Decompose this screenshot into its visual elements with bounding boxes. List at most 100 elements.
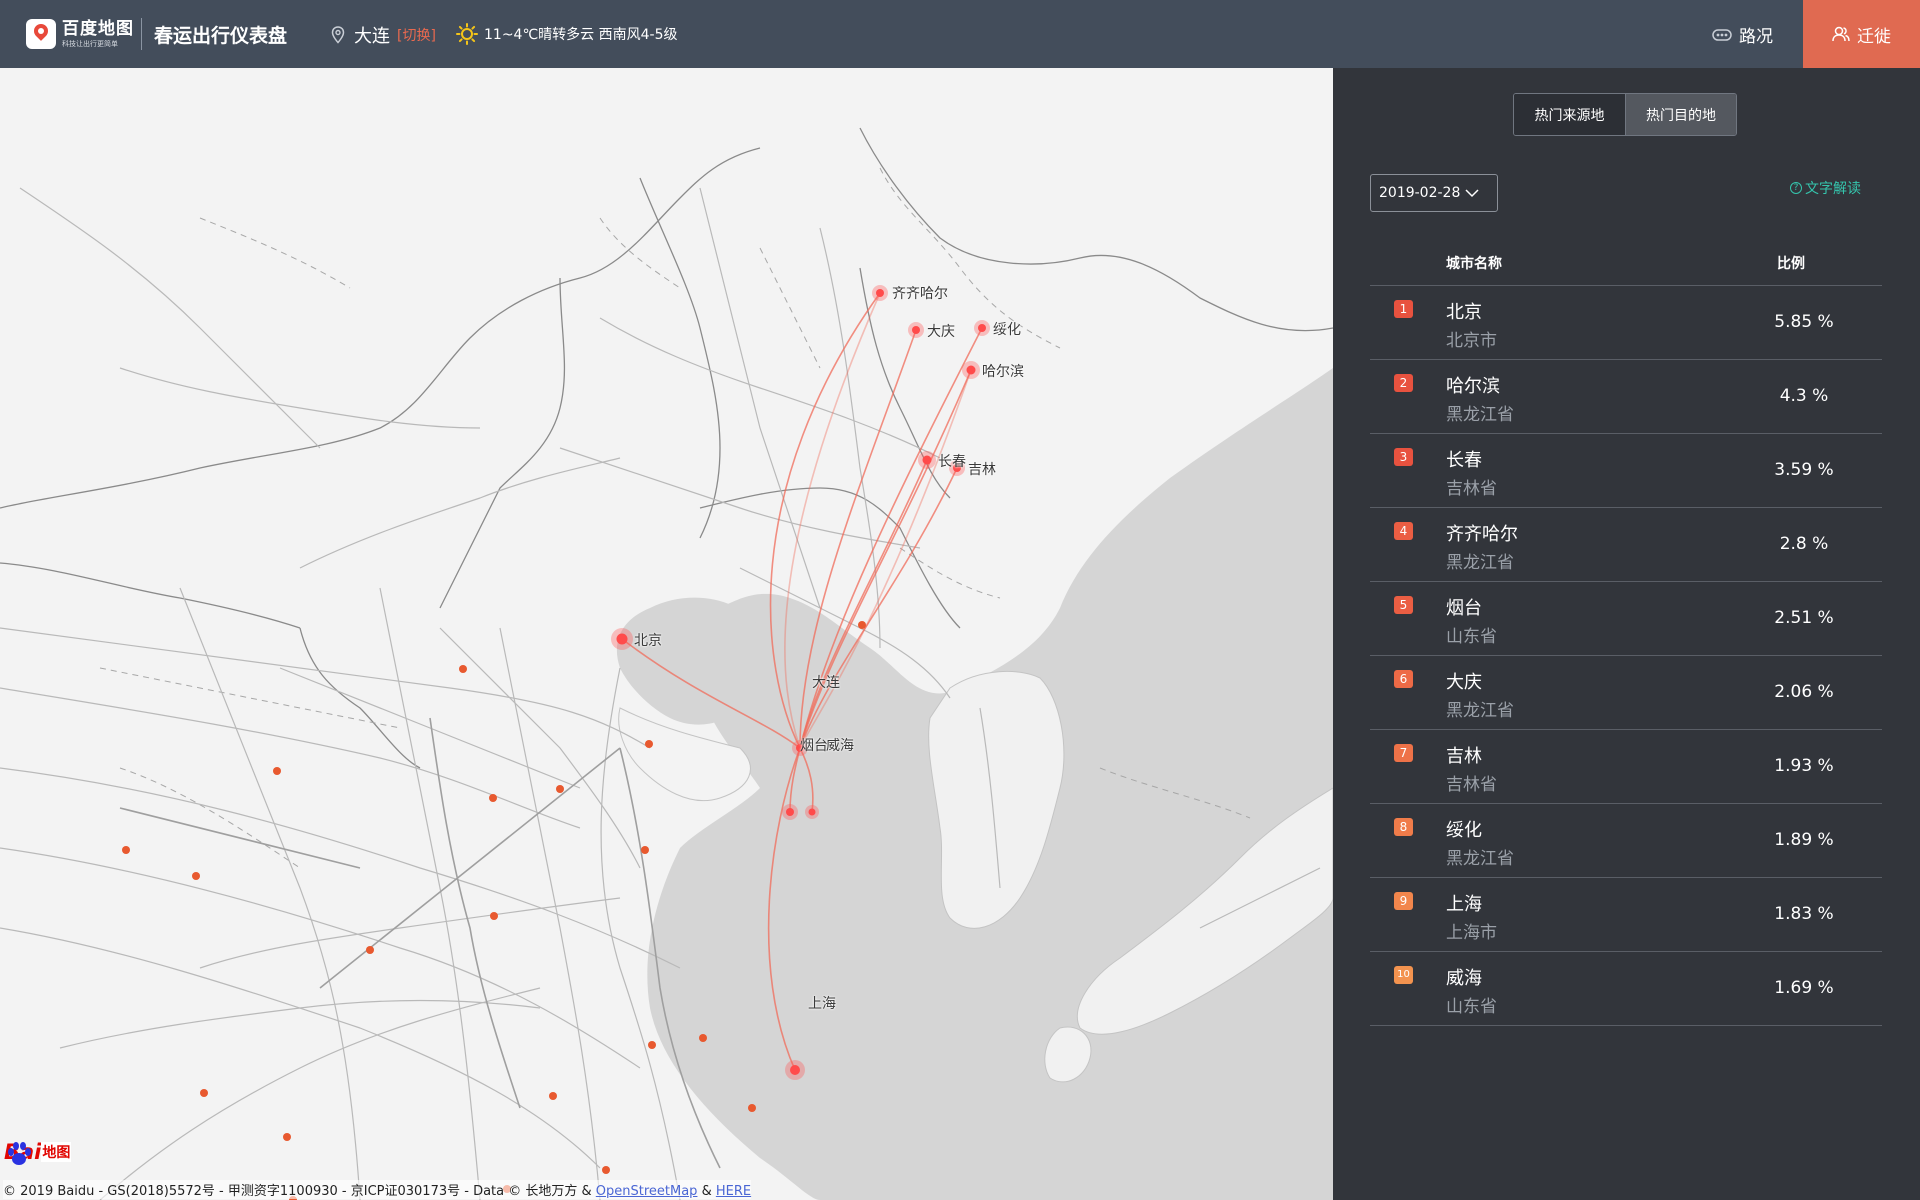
map-label-yantai: 烟台 xyxy=(800,738,828,754)
user-icon xyxy=(1832,26,1850,42)
weather-info: 11~4℃晴转多云 西南风4-5级 xyxy=(456,23,678,45)
map-label-shanghai: 上海 xyxy=(808,996,836,1012)
map-pin-logo-icon xyxy=(26,19,56,49)
row-ratio: 1.83 % xyxy=(1774,904,1834,924)
row-ratio: 4.3 % xyxy=(1779,386,1829,406)
ranking-table-header: 城市名称 比例 xyxy=(1370,245,1882,286)
baidu-map-watermark[interactable]: Bai 地图 xyxy=(4,1140,72,1165)
rank-badge: 7 xyxy=(1394,744,1413,762)
traffic-button[interactable]: 路况 xyxy=(1712,22,1773,47)
here-link[interactable]: HERE xyxy=(716,1184,751,1199)
page-title: 春运出行仪表盘 xyxy=(154,25,288,47)
row-province: 黑龙江省 xyxy=(1446,405,1514,425)
map-label-dalian: 大连 xyxy=(812,675,840,691)
map-copyright: © 2019 Baidu - GS(2018)5572号 - 甲测资字11009… xyxy=(3,1180,752,1199)
table-row[interactable]: 4 齐齐哈尔 黑龙江省 2.8 % xyxy=(1370,508,1882,582)
column-header-ratio: 比例 xyxy=(1777,256,1805,272)
row-province: 黑龙江省 xyxy=(1446,553,1514,573)
tab-hot-sources[interactable]: 热门来源地 xyxy=(1514,94,1625,135)
table-row[interactable]: 5 烟台 山东省 2.51 % xyxy=(1370,582,1882,656)
table-row[interactable]: 8 绥化 黑龙江省 1.89 % xyxy=(1370,804,1882,878)
row-province: 北京市 xyxy=(1446,331,1497,351)
row-province: 山东省 xyxy=(1446,997,1497,1017)
column-header-city: 城市名称 xyxy=(1446,256,1502,272)
row-city: 上海 xyxy=(1446,894,1482,915)
city-name: 大连 xyxy=(354,26,390,47)
rank-badge: 8 xyxy=(1394,818,1413,836)
pin-icon xyxy=(331,26,345,44)
table-row[interactable]: 6 大庆 黑龙江省 2.06 % xyxy=(1370,656,1882,730)
table-row[interactable]: 10 威海 山东省 1.69 % xyxy=(1370,952,1882,1026)
date-dropdown[interactable]: 2019-02-28 xyxy=(1370,174,1498,212)
table-row[interactable]: 7 吉林 吉林省 1.93 % xyxy=(1370,730,1882,804)
bohai-sea xyxy=(616,597,764,725)
copyright-text: © 2019 Baidu - GS(2018)5572号 - 甲测资字11009… xyxy=(3,1184,596,1199)
row-city: 大庆 xyxy=(1446,672,1482,693)
rank-badge: 10 xyxy=(1394,966,1413,984)
row-province: 上海市 xyxy=(1446,923,1497,943)
row-province: 黑龙江省 xyxy=(1446,849,1514,869)
logo-name: 百度地图 xyxy=(62,18,134,39)
row-ratio: 2.51 % xyxy=(1774,608,1834,628)
row-city: 烟台 xyxy=(1446,598,1482,619)
map-label-suihua: 绥化 xyxy=(993,322,1021,338)
traffic-label: 路况 xyxy=(1739,27,1773,47)
row-city: 长春 xyxy=(1446,450,1482,471)
traffic-icon xyxy=(1712,28,1732,41)
row-ratio: 5.85 % xyxy=(1774,312,1834,332)
chevron-down-icon xyxy=(1465,189,1479,198)
top-bar: 百度地图 科技让出行更简单 春运出行仪表盘 大连 [切换] 11~4℃晴转多云 … xyxy=(0,0,1920,68)
row-city: 威海 xyxy=(1446,968,1482,989)
row-city: 绥化 xyxy=(1446,820,1482,841)
header-divider xyxy=(141,18,142,50)
map-canvas xyxy=(0,127,1333,1200)
baidu-logo-map-text: 地图 xyxy=(41,1142,72,1162)
migration-label: 迁徙 xyxy=(1857,26,1891,47)
ranking-table: 1 北京 北京市 5.85 % 2 哈尔滨 黑龙江省 4.3 % 3 长春 吉林… xyxy=(1370,286,1882,1026)
rank-badge: 4 xyxy=(1394,522,1413,540)
table-row[interactable]: 9 上海 上海市 1.83 % xyxy=(1370,878,1882,952)
text-explanation-link[interactable]: ? 文字解读 xyxy=(1790,178,1861,198)
row-ratio: 1.93 % xyxy=(1774,756,1834,776)
map-label-jilin: 吉林 xyxy=(968,462,996,478)
row-city: 齐齐哈尔 xyxy=(1446,524,1518,545)
table-row[interactable]: 3 长春 吉林省 3.59 % xyxy=(1370,434,1882,508)
row-ratio: 1.69 % xyxy=(1774,978,1834,998)
source-destination-tabs: 热门来源地 热门目的地 xyxy=(1513,93,1737,136)
map-label-weihai: 威海 xyxy=(826,738,854,754)
tab-hot-destinations[interactable]: 热门目的地 xyxy=(1625,94,1736,135)
question-icon: ? xyxy=(1790,182,1802,194)
rank-badge: 6 xyxy=(1394,670,1413,688)
rank-badge: 1 xyxy=(1394,300,1413,318)
row-ratio: 1.89 % xyxy=(1774,830,1834,850)
ranking-panel: 热门来源地 热门目的地 2019-02-28 ? 文字解读 城市名称 比例 1 … xyxy=(1333,68,1920,1200)
rank-badge: 9 xyxy=(1394,892,1413,910)
row-province: 吉林省 xyxy=(1446,775,1497,795)
migration-map[interactable]: 齐齐哈尔 大庆 绥化 哈尔滨 长春 吉林 北京 大连 烟台 威海 上海 Bai … xyxy=(0,68,1333,1200)
row-province: 黑龙江省 xyxy=(1446,701,1514,721)
sun-icon xyxy=(456,23,478,45)
city-switch-link[interactable]: [切换] xyxy=(397,25,436,45)
row-province: 山东省 xyxy=(1446,627,1497,647)
map-label-beijing: 北京 xyxy=(634,633,662,649)
rank-badge: 5 xyxy=(1394,596,1413,614)
row-city: 吉林 xyxy=(1446,746,1482,767)
row-ratio: 2.06 % xyxy=(1774,682,1834,702)
current-city: 大连 [切换] xyxy=(331,22,436,48)
migration-button[interactable]: 迁徙 xyxy=(1803,0,1920,68)
osm-link[interactable]: OpenStreetMap xyxy=(596,1184,698,1199)
rank-badge: 3 xyxy=(1394,448,1413,466)
map-label-daqing: 大庆 xyxy=(927,324,955,340)
logo-slogan: 科技让出行更简单 xyxy=(62,39,118,48)
row-city: 哈尔滨 xyxy=(1446,376,1500,397)
map-label-qiqihar: 齐齐哈尔 xyxy=(892,286,948,302)
text-explanation-label: 文字解读 xyxy=(1805,181,1861,197)
date-value: 2019-02-28 xyxy=(1379,185,1461,201)
weather-text: 11~4℃晴转多云 西南风4-5级 xyxy=(484,27,678,43)
row-ratio: 2.8 % xyxy=(1779,534,1829,554)
table-row[interactable]: 1 北京 北京市 5.85 % xyxy=(1370,286,1882,360)
baidu-maps-logo[interactable]: 百度地图 科技让出行更简单 xyxy=(26,17,134,51)
table-row[interactable]: 2 哈尔滨 黑龙江省 4.3 % xyxy=(1370,360,1882,434)
copyright-amp: & xyxy=(697,1184,716,1199)
map-label-harbin: 哈尔滨 xyxy=(982,364,1024,380)
